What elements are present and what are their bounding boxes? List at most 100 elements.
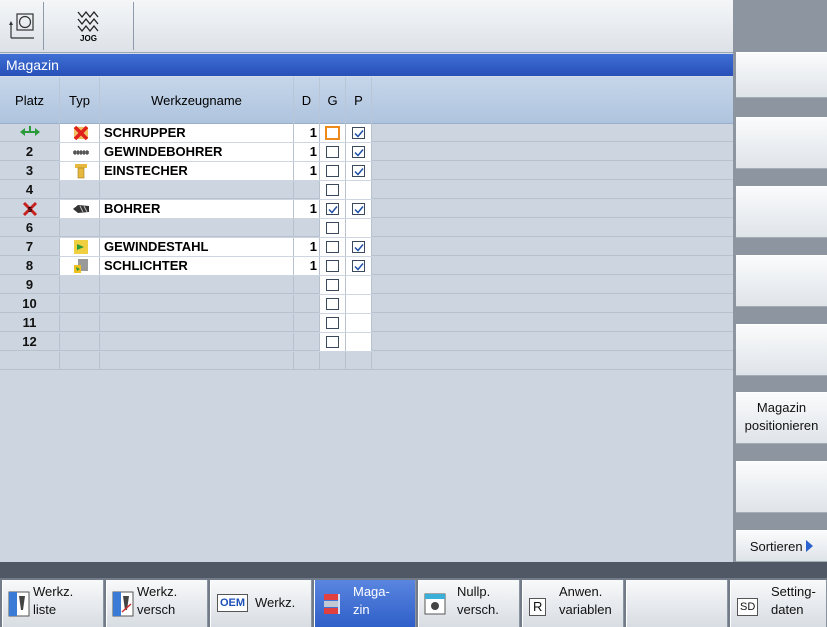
g-checkbox[interactable] [326,279,339,291]
table-row[interactable] [0,352,733,370]
settingdaten-button[interactable]: SD Setting- daten [730,580,827,627]
werkzeugliste-button[interactable]: Werkz. liste [2,580,104,627]
platz-cell: 10 [0,295,60,313]
tool-name-cell[interactable]: SCHLICHTER [100,257,294,275]
d-cell [294,352,320,370]
table-row[interactable]: 12 [0,333,733,351]
tool-name-cell[interactable] [100,333,294,351]
row-filler-cell [372,124,733,142]
header-g[interactable]: G [320,77,346,124]
nullpunkt-line1: Nullp. [457,584,491,599]
p-cell [346,295,372,313]
g-checkbox[interactable] [326,184,339,196]
d-cell: 1 [294,162,320,180]
g-checkbox[interactable] [326,336,339,348]
magazine-icon [324,594,340,614]
table-row[interactable]: SCHRUPPER 1 [0,124,733,142]
magazin-button[interactable]: Maga- zin [314,580,416,627]
header-werkzeugname[interactable]: Werkzeugname [100,77,294,124]
platz-cell: 11 [0,314,60,332]
p-cell [346,124,372,142]
g-checkbox[interactable] [326,203,339,215]
werkzeugverschleiss-line1: Werkz. [137,584,178,599]
tool-list-icon [8,591,30,617]
d-cell [294,276,320,294]
vsk-3-button[interactable] [736,186,827,238]
jog-mode-indicator[interactable]: JOG [44,2,134,50]
table-row[interactable]: 6 [0,219,733,237]
g-cell [320,181,346,199]
g-checkbox[interactable] [326,260,339,272]
g-cell [320,352,346,370]
werkzeugverschleiss-button[interactable]: Werkz. versch [106,580,208,627]
p-checkbox[interactable] [352,165,365,177]
platz-cell [0,352,60,370]
oem-werkzeug-button[interactable]: OEM Werkz. [210,580,312,627]
g-checkbox[interactable] [326,165,339,177]
vsk-7-button[interactable] [736,461,827,513]
oem-werkzeug-label: Werkz. [255,595,296,610]
tap-icon [72,144,90,160]
table-row[interactable]: 11 [0,314,733,332]
vsk-1-button[interactable] [736,52,827,98]
typ-cell [60,352,100,370]
header-typ[interactable]: Typ [60,77,100,124]
g-checkbox[interactable] [326,241,339,253]
header-p[interactable]: P [346,77,372,124]
table-row[interactable]: 4 [0,181,733,199]
table-row[interactable]: 7 GEWINDESTAHL 1 [0,238,733,256]
tool-name-cell[interactable]: SCHRUPPER [100,124,294,142]
header-d[interactable]: D [294,77,320,124]
window-title: Magazin [0,54,733,76]
g-cell [320,200,346,218]
g-checkbox[interactable] [326,317,339,329]
nullpunktverschiebung-button[interactable]: Nullp. versch. [418,580,520,627]
row-filler-cell [372,181,733,199]
d-cell [294,219,320,237]
p-checkbox[interactable] [352,203,365,215]
tool-name-cell[interactable]: EINSTECHER [100,162,294,180]
p-checkbox[interactable] [352,146,365,158]
tool-name-cell[interactable] [100,219,294,237]
header-platz[interactable]: Platz [0,77,60,124]
table-row[interactable]: 5 BOHRER 1 [0,200,733,218]
platz-cell: 4 [0,181,60,199]
g-checkbox[interactable] [326,222,339,234]
magazin-positionieren-button[interactable]: Magazin positionieren [736,392,827,444]
table-row[interactable]: 8 SCHLICHTER 1 [0,257,733,275]
vsk-2-button[interactable] [736,117,827,169]
vsk-5-button[interactable] [736,324,827,376]
tool-name-cell[interactable]: GEWINDESTAHL [100,238,294,256]
g-checkbox[interactable] [325,126,340,140]
typ-cell [60,333,100,351]
g-checkbox[interactable] [326,146,339,158]
table-row[interactable]: 3 EINSTECHER 1 [0,162,733,180]
tool-name-cell[interactable] [100,314,294,332]
g-checkbox[interactable] [326,298,339,310]
jog-label: JOG [80,34,97,43]
tool-name-cell[interactable] [100,352,294,370]
row-filler-cell [372,200,733,218]
row-filler-cell [372,295,733,313]
sortieren-button[interactable]: Sortieren [736,530,827,562]
hsk-7-button[interactable] [626,580,728,627]
threading-tool-icon [72,239,90,255]
tool-name-cell[interactable] [100,276,294,294]
p-checkbox[interactable] [352,260,365,272]
p-cell [346,143,372,161]
table-row[interactable]: 10 [0,295,733,313]
p-checkbox[interactable] [352,127,365,139]
tool-name-cell[interactable] [100,181,294,199]
table-row[interactable]: 2 GEWINDEBOHRER 1 [0,143,733,161]
anwendervariablen-button[interactable]: R Anwen. variablen [522,580,624,627]
tool-name-cell[interactable] [100,295,294,313]
tool-name-cell[interactable]: BOHRER [100,200,294,218]
setting-line2: daten [771,602,804,617]
p-cell [346,219,372,237]
machine-area-icon[interactable] [0,2,44,50]
table-row[interactable]: 9 [0,276,733,294]
tool-name-cell[interactable]: GEWINDEBOHRER [100,143,294,161]
vsk-4-button[interactable] [736,255,827,307]
platz-cell: 7 [0,238,60,256]
p-checkbox[interactable] [352,241,365,253]
